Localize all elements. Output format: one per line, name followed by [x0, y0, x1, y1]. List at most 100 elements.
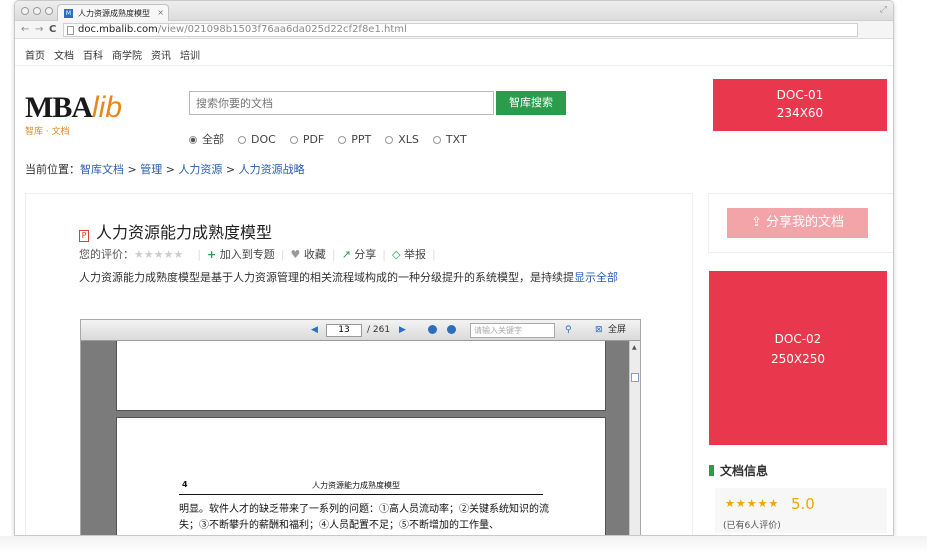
reload-icon[interactable]: C: [49, 24, 56, 36]
document-title-text: 人力资源能力成熟度模型: [96, 223, 273, 242]
topnav-training[interactable]: 培训: [180, 51, 200, 62]
close-window-button[interactable]: [21, 7, 29, 15]
title-bar: M 人力资源成熟度模型 × ⤢: [15, 1, 893, 21]
url-field[interactable]: doc.mbalib.com/view/021098b1503f76aa6da0…: [63, 23, 858, 37]
tab-close-icon[interactable]: ×: [157, 8, 164, 17]
topnav-school[interactable]: 商学院: [112, 51, 142, 62]
favicon-icon: M: [64, 9, 73, 18]
prev-page-icon[interactable]: ◀: [311, 324, 318, 336]
topnav-news[interactable]: 资讯: [151, 51, 171, 62]
filetype-doc[interactable]: DOC: [238, 133, 276, 146]
filetype-label: PDF: [302, 133, 325, 146]
site-logo[interactable]: MBAlib 智库 · 文档: [25, 93, 175, 143]
breadcrumb-item[interactable]: 人力资源战略: [239, 163, 305, 176]
divider: |: [280, 248, 285, 261]
breadcrumb-sep: >: [162, 163, 179, 176]
share-my-doc-button[interactable]: ⇪ 分享我的文档: [727, 208, 868, 238]
breadcrumb-item[interactable]: 管理: [140, 163, 162, 176]
viewer-page: 4 人力资源能力成熟度模型 明显。软件人才的缺乏带来了一系列的问题：①高人员流动…: [116, 417, 606, 535]
scrollbar-thumb[interactable]: [631, 373, 639, 382]
rating-label: 您的评价：: [79, 248, 134, 261]
favorite-label: 收藏: [303, 248, 326, 261]
keyword-search-input[interactable]: 请输入关键字: [470, 323, 555, 338]
doc-rating-box: ★★★★★ 5.0 (已有6人评价): [715, 488, 887, 533]
description-text: 人力资源能力成熟度模型是基于人力资源管理的相关流程域构成的一种分级提升的系统模型…: [79, 271, 574, 284]
ad-banner-doc-01[interactable]: DOC-01 234X60: [713, 79, 887, 131]
report-button[interactable]: ◇ 举报: [392, 248, 426, 261]
page-body-text: 明显。软件人才的缺乏带来了一系列的问题：①高人员流动率；②关键系统知识的流失；③…: [179, 504, 549, 531]
heart-icon: ♥: [290, 248, 301, 261]
divider: |: [382, 248, 386, 261]
ad-line: 250X250: [770, 352, 826, 366]
document-panel: P 人力资源能力成熟度模型 您的评价：★★★★★ | + 加入到专题 | ♥ 收藏 | ↗ 分…: [25, 193, 693, 535]
ad-line: DOC-02: [774, 332, 822, 346]
filetype-label: TXT: [445, 133, 467, 146]
share-icon: ↗: [341, 248, 351, 261]
add-to-topic-button[interactable]: + 加入到专题: [207, 248, 275, 261]
document-title: P 人力资源能力成熟度模型: [79, 219, 272, 243]
ad-banner-doc-02[interactable]: DOC-02 250X250: [709, 271, 887, 445]
share-label: 分享: [354, 248, 377, 261]
address-bar: ← → C doc.mbalib.com/view/021098b1503f76…: [15, 21, 893, 39]
url-path: /view/021098b1503f76aa6da025d22cf2f8e1.h…: [157, 24, 407, 35]
filetype-ppt[interactable]: PPT: [338, 133, 371, 146]
page-number: 4: [182, 480, 188, 489]
radio-icon: [338, 136, 347, 144]
filetype-txt[interactable]: TXT: [432, 133, 467, 146]
pdf-file-icon: P: [79, 230, 89, 242]
radio-icon: [289, 136, 298, 144]
topnav-home[interactable]: 首页: [25, 51, 45, 62]
zoom-out-icon[interactable]: [447, 325, 456, 338]
minimize-window-button[interactable]: [33, 7, 41, 15]
page-number-input[interactable]: 13: [326, 324, 362, 337]
breadcrumb-item[interactable]: 人力资源: [178, 163, 222, 176]
filetype-all[interactable]: 全部: [189, 131, 224, 147]
add-to-topic-label: 加入到专题: [219, 248, 275, 261]
search-input[interactable]: [189, 91, 494, 115]
filetype-xls[interactable]: XLS: [385, 133, 419, 146]
doc-info-heading: 文档信息: [709, 462, 768, 479]
forward-arrow-icon[interactable]: →: [35, 24, 43, 36]
next-page-icon[interactable]: ▶: [399, 324, 406, 336]
filetype-label: XLS: [398, 133, 419, 146]
fullscreen-toggle-icon[interactable]: ⤢: [880, 5, 887, 15]
bookmark-icon: [709, 465, 714, 476]
divider: |: [331, 248, 336, 261]
logo-main-text: MBA: [25, 91, 93, 124]
filetype-label: DOC: [251, 133, 276, 146]
scroll-up-icon[interactable]: ▲: [632, 344, 637, 351]
fullscreen-icon[interactable]: ⊠: [595, 324, 603, 336]
user-rating-stars[interactable]: ★★★★★: [134, 248, 183, 261]
divider: |: [197, 248, 202, 261]
filetype-pdf[interactable]: PDF: [289, 133, 325, 146]
show-all-link[interactable]: 显示全部: [574, 271, 618, 284]
binoculars-icon[interactable]: ⚲: [565, 324, 572, 336]
divider: |: [431, 248, 436, 261]
topnav-docs[interactable]: 文档: [54, 51, 74, 62]
search-button[interactable]: 智库搜索: [496, 91, 566, 115]
breadcrumb-sep: >: [222, 163, 239, 176]
topnav-wiki[interactable]: 百科: [83, 51, 103, 62]
fullscreen-label[interactable]: 全屏: [608, 324, 626, 336]
viewer-scrollbar[interactable]: ▲: [629, 341, 640, 535]
favorite-button[interactable]: ♥ 收藏: [290, 248, 325, 261]
ad-line: DOC-01: [776, 88, 824, 102]
zoom-in-icon[interactable]: [428, 325, 437, 338]
maximize-window-button[interactable]: [45, 7, 53, 15]
radio-icon: [189, 136, 197, 144]
total-pages: / 261: [367, 325, 391, 335]
report-label: 举报: [403, 248, 426, 261]
browser-tab[interactable]: M 人力资源成熟度模型 ×: [57, 4, 169, 21]
radio-icon: [432, 136, 441, 144]
share-button[interactable]: ↗ 分享: [342, 248, 377, 261]
filetype-label: 全部: [202, 133, 224, 146]
filetype-label: PPT: [351, 133, 372, 146]
document-viewer[interactable]: ◀ 13 / 261 ▶ 请输入关键字 ⚲ ⊠ 全屏 4 人力资源能力成熟度模型…: [80, 319, 641, 535]
viewer-page: [116, 341, 606, 411]
radio-icon: [238, 136, 246, 144]
page-icon: [67, 26, 74, 35]
breadcrumb-item[interactable]: 智库文档: [80, 163, 124, 176]
viewer-toolbar: ◀ 13 / 261 ▶ 请输入关键字 ⚲ ⊠ 全屏: [81, 320, 640, 341]
top-nav: 首页 文档 百科 商学院 资讯 培训: [25, 47, 209, 62]
back-arrow-icon[interactable]: ←: [21, 24, 29, 36]
